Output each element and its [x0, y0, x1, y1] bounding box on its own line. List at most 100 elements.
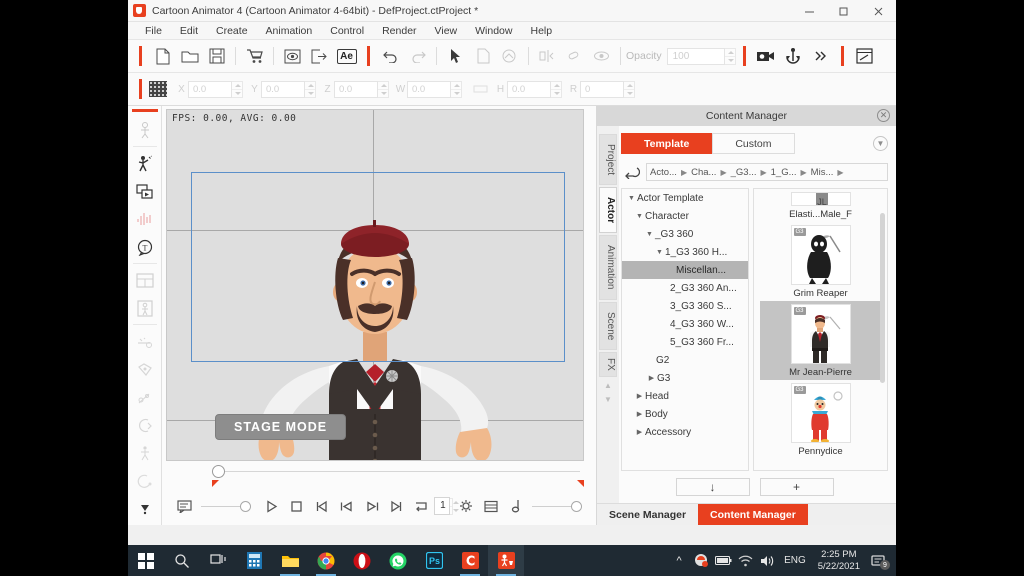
after-effects-icon[interactable]: Ae: [333, 44, 360, 69]
volume-slider[interactable]: [532, 500, 583, 512]
opacity-stepper[interactable]: [724, 47, 736, 65]
thumbnail-image[interactable]: G3: [790, 304, 851, 364]
bottom-tool-icon[interactable]: [130, 495, 160, 523]
transform-field-r[interactable]: R 0: [567, 80, 635, 98]
tree-item-g3[interactable]: ▶ G3: [622, 369, 748, 387]
thumbnail-item-elastic-male[interactable]: JL Elasti...Male_F: [760, 189, 881, 222]
transform-stepper-x[interactable]: [232, 80, 243, 98]
new-project-icon[interactable]: [149, 44, 176, 69]
mask-icon[interactable]: [130, 411, 160, 439]
back-button[interactable]: [621, 163, 643, 181]
transform-input-r[interactable]: 0: [580, 80, 624, 98]
chrome-icon[interactable]: [308, 545, 344, 576]
motion-puppet-icon[interactable]: [130, 149, 160, 177]
tab-template[interactable]: Template: [621, 133, 713, 154]
transform-input-h[interactable]: 0.0: [507, 80, 551, 98]
next-frame-button[interactable]: [359, 494, 384, 518]
menu-item-view[interactable]: View: [426, 22, 467, 40]
tree-item-5-g3-360-fr[interactable]: 5_G3 360 Fr...: [622, 333, 748, 351]
lock-aspect-icon[interactable]: [467, 77, 494, 102]
undo-icon[interactable]: [377, 44, 404, 69]
export-icon[interactable]: [306, 44, 333, 69]
tabs-scroll-up-icon[interactable]: ▲: [600, 379, 616, 393]
sprite-editor-icon[interactable]: [496, 44, 523, 69]
breadcrumb-item-0[interactable]: Acto...: [650, 167, 677, 178]
stop-button[interactable]: [284, 494, 309, 518]
comment-marker-icon[interactable]: [172, 494, 197, 518]
tree-arrow[interactable]: ▶: [634, 410, 645, 418]
download-button[interactable]: ↓: [675, 478, 750, 496]
content-store-icon[interactable]: [241, 44, 268, 69]
text-bubble-icon[interactable]: T: [130, 233, 160, 261]
transform-stepper-r[interactable]: [624, 80, 635, 98]
tab-scene[interactable]: Scene: [599, 301, 617, 351]
save-project-icon[interactable]: [203, 44, 230, 69]
current-frame-input[interactable]: 1: [434, 497, 451, 515]
anchor-icon[interactable]: [780, 44, 807, 69]
timeline-range-start-marker[interactable]: [212, 480, 219, 487]
stage-viewport[interactable]: FPS: 0.00, AVG: 0.00 STAGE MODE: [166, 109, 584, 461]
transform-input-x[interactable]: 0.0: [188, 80, 232, 98]
transform-stepper-z[interactable]: [378, 80, 389, 98]
photoshop-icon[interactable]: Ps: [416, 545, 452, 576]
tab-actor[interactable]: Actor: [599, 187, 617, 234]
opera-icon[interactable]: [344, 545, 380, 576]
tree-item-1-g3-360-h[interactable]: ▼ 1_G3 360 H...: [622, 243, 748, 261]
task-view-icon[interactable]: [200, 545, 236, 576]
loop-button[interactable]: [409, 494, 434, 518]
settings-gear-icon[interactable]: [453, 494, 478, 518]
rig-icon[interactable]: [130, 439, 160, 467]
antivirus-icon[interactable]: [690, 545, 712, 576]
timeline-zoom-slider[interactable]: [201, 500, 251, 512]
face-key-icon[interactable]: [130, 327, 160, 355]
breadcrumb-item-3[interactable]: 1_G...: [771, 167, 797, 178]
timeline-range-end-marker[interactable]: [577, 480, 584, 487]
breadcrumb-item-2[interactable]: _G3...: [731, 167, 757, 178]
tree-arrow[interactable]: ▼: [634, 213, 645, 220]
audio-lipsync-icon[interactable]: [130, 205, 160, 233]
duplicate-icon[interactable]: [469, 44, 496, 69]
tree-arrow[interactable]: ▼: [644, 231, 655, 238]
transform-input-y[interactable]: 0.0: [261, 80, 305, 98]
panel-close-icon[interactable]: ✕: [877, 109, 890, 122]
opacity-input[interactable]: 100: [666, 47, 725, 65]
menu-item-control[interactable]: Control: [321, 22, 373, 40]
battery-icon[interactable]: [712, 545, 734, 576]
previous-frame-button[interactable]: [334, 494, 359, 518]
tab-animation[interactable]: Animation: [599, 235, 617, 300]
tree-item-accessory[interactable]: ▶ Accessory: [622, 423, 748, 441]
thumbnail-item-mr-jean-pierre[interactable]: G3 Mr Jean-Pierre: [760, 301, 881, 380]
wifi-icon[interactable]: [734, 545, 756, 576]
tree-arrow[interactable]: ▶: [646, 374, 657, 382]
menu-item-edit[interactable]: Edit: [171, 22, 207, 40]
thumbnail-image[interactable]: G3: [790, 225, 851, 285]
visibility-icon[interactable]: [588, 44, 615, 69]
transform-field-h[interactable]: H 0.0: [494, 80, 562, 98]
tree-item-miscellaneous[interactable]: Miscellan...: [622, 261, 748, 279]
transform-field-x[interactable]: X 0.0: [175, 80, 243, 98]
composer-mode-icon[interactable]: [851, 44, 878, 69]
maximize-button[interactable]: [826, 0, 860, 22]
language-indicator[interactable]: ENG: [778, 555, 812, 566]
thumbnail-image[interactable]: G3: [790, 383, 851, 443]
search-icon[interactable]: [164, 545, 200, 576]
selection-bounding-box[interactable]: [191, 172, 565, 362]
breadcrumb[interactable]: Acto... ▶ Cha... ▶ _G3... ▶ 1_G... ▶ Mis…: [646, 163, 888, 181]
menu-item-render[interactable]: Render: [373, 22, 425, 40]
menu-item-help[interactable]: Help: [521, 22, 561, 40]
show-hidden-icons-icon[interactable]: ^: [668, 545, 690, 576]
more-tools-icon[interactable]: [807, 44, 834, 69]
camera-icon[interactable]: [753, 44, 780, 69]
pivot-grid-icon[interactable]: [149, 81, 167, 97]
zoom-slider-knob[interactable]: [240, 500, 251, 512]
breadcrumb-item-4[interactable]: Mis...: [811, 167, 834, 178]
thumbnail-image[interactable]: JL: [790, 192, 851, 206]
bottom-tab-content-manager[interactable]: Content Manager: [698, 504, 808, 525]
notifications-icon[interactable]: 9: [866, 545, 892, 576]
crazytalk-icon[interactable]: [452, 545, 488, 576]
breadcrumb-item-1[interactable]: Cha...: [691, 167, 716, 178]
close-button[interactable]: [860, 0, 896, 22]
file-explorer-icon[interactable]: [272, 545, 308, 576]
tab-fx[interactable]: FX: [599, 352, 617, 377]
timeline-panel-icon[interactable]: [478, 494, 503, 518]
